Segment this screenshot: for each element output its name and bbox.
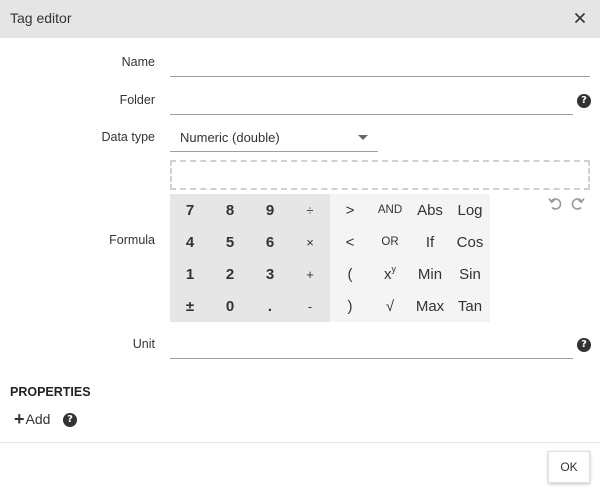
key-5[interactable]: 5 <box>210 226 250 258</box>
folder-label: Folder <box>119 93 155 107</box>
power-exponent: y <box>391 264 397 274</box>
plus-icon: + <box>14 409 25 429</box>
datatype-selected-value: Numeric (double) <box>180 130 280 145</box>
name-label: Name <box>121 55 155 69</box>
key-sqrt[interactable]: √ <box>370 290 410 322</box>
key-divide[interactable]: ÷ <box>290 194 330 226</box>
key-0[interactable]: 0 <box>210 290 250 322</box>
key-multiply[interactable]: × <box>290 226 330 258</box>
datatype-select[interactable]: Numeric (double) <box>170 124 378 152</box>
formula-field-wrapper <box>170 160 590 190</box>
name-field-wrapper <box>170 51 590 77</box>
key-3[interactable]: 3 <box>250 258 290 290</box>
properties-help-icon[interactable]: ? <box>63 413 77 427</box>
add-property-label: Add <box>25 411 51 427</box>
key-8[interactable]: 8 <box>210 194 250 226</box>
key-abs[interactable]: Abs <box>410 194 450 226</box>
key-log[interactable]: Log <box>450 194 490 226</box>
unit-field-wrapper <box>170 333 573 359</box>
key-cos[interactable]: Cos <box>450 226 490 258</box>
formula-keypad: 7 8 9 ÷ > AND Abs Log 4 5 6 × < OR If Co… <box>170 194 490 322</box>
key-1[interactable]: 1 <box>170 258 210 290</box>
key-tan[interactable]: Tan <box>450 290 490 322</box>
key-less-than[interactable]: < <box>330 226 370 258</box>
key-or[interactable]: OR <box>370 226 410 258</box>
formula-input[interactable] <box>172 162 588 188</box>
key-and[interactable]: AND <box>370 194 410 226</box>
key-greater-than[interactable]: > <box>330 194 370 226</box>
folder-input[interactable] <box>170 89 573 114</box>
unit-help-icon[interactable]: ? <box>577 338 591 352</box>
undo-icon[interactable] <box>547 195 563 211</box>
key-7[interactable]: 7 <box>170 194 210 226</box>
key-right-paren[interactable]: ) <box>330 290 370 322</box>
unit-input[interactable] <box>170 333 573 358</box>
key-4[interactable]: 4 <box>170 226 210 258</box>
close-icon[interactable] <box>572 10 588 26</box>
folder-field-wrapper <box>170 89 573 115</box>
key-6[interactable]: 6 <box>250 226 290 258</box>
footer-divider <box>0 442 600 443</box>
key-2[interactable]: 2 <box>210 258 250 290</box>
key-max[interactable]: Max <box>410 290 450 322</box>
redo-icon[interactable] <box>570 195 586 211</box>
ok-button[interactable]: OK <box>548 451 590 483</box>
key-minus[interactable]: - <box>290 290 330 322</box>
key-plus[interactable]: + <box>290 258 330 290</box>
formula-label: Formula <box>109 233 155 247</box>
unit-label: Unit <box>132 337 155 351</box>
power-base: x <box>384 265 392 283</box>
key-decimal[interactable]: . <box>250 290 290 322</box>
caret-down-icon <box>358 135 368 140</box>
properties-heading: PROPERTIES <box>10 385 91 399</box>
add-property-button[interactable]: + Add <box>14 409 51 429</box>
key-left-paren[interactable]: ( <box>330 258 370 290</box>
dialog-title: Tag editor <box>10 10 72 26</box>
folder-help-icon[interactable]: ? <box>577 94 591 108</box>
key-plus-minus[interactable]: ± <box>170 290 210 322</box>
key-min[interactable]: Min <box>410 258 450 290</box>
dialog-titlebar: Tag editor <box>0 0 600 38</box>
datatype-label: Data type <box>101 130 155 144</box>
key-power[interactable]: xy <box>370 258 410 290</box>
key-sin[interactable]: Sin <box>450 258 490 290</box>
key-9[interactable]: 9 <box>250 194 290 226</box>
key-if[interactable]: If <box>410 226 450 258</box>
name-input[interactable] <box>170 51 590 76</box>
